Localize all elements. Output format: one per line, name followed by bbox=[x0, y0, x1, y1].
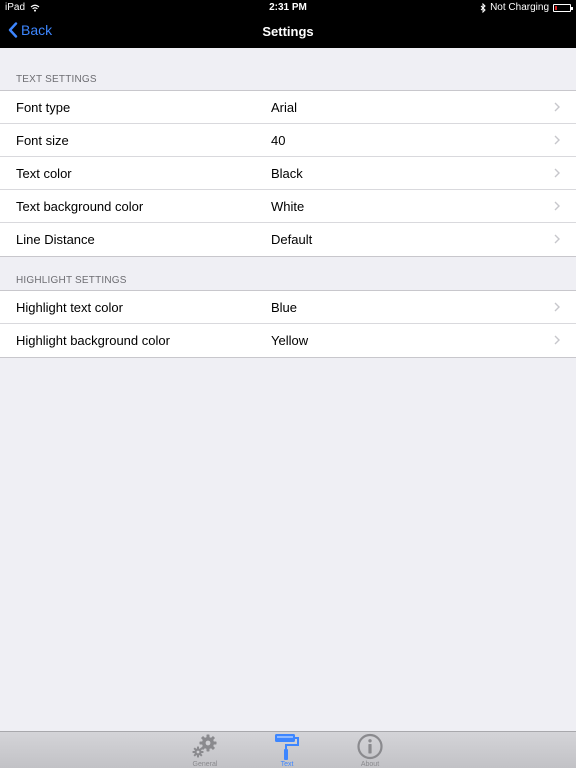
setting-row-font-type[interactable]: Font type Arial bbox=[0, 91, 576, 124]
setting-value: Arial bbox=[271, 100, 298, 115]
setting-row-font-size[interactable]: Font size 40 bbox=[0, 124, 576, 157]
setting-label: Highlight text color bbox=[16, 300, 123, 315]
tab-about[interactable]: About bbox=[345, 733, 395, 768]
chevron-right-icon bbox=[554, 234, 560, 244]
setting-value: 40 bbox=[271, 133, 286, 148]
battery-icon bbox=[553, 3, 573, 12]
paint-roller-icon bbox=[275, 734, 299, 760]
setting-row-highlight-text-color[interactable]: Highlight text color Blue bbox=[0, 291, 576, 324]
bluetooth-icon bbox=[480, 2, 486, 13]
setting-value: Yellow bbox=[271, 333, 309, 348]
setting-label: Text color bbox=[16, 166, 72, 181]
section-header-text-settings: TEXT SETTINGS bbox=[16, 74, 97, 85]
setting-row-highlight-background-color[interactable]: Highlight background color Yellow bbox=[0, 324, 576, 357]
setting-row-text-background-color[interactable]: Text background color White bbox=[0, 190, 576, 223]
gears-icon bbox=[192, 734, 217, 758]
status-right: Not Charging bbox=[480, 2, 573, 13]
setting-value: Blue bbox=[271, 300, 298, 315]
tab-bar: General Text About bbox=[0, 731, 576, 768]
setting-label: Font size bbox=[16, 133, 69, 148]
tab-label: Text bbox=[280, 761, 294, 768]
status-bar: iPad 2:31 PM Not Charging bbox=[0, 0, 576, 16]
setting-value: Black bbox=[271, 166, 303, 181]
setting-value: White bbox=[271, 199, 305, 214]
tab-label: General bbox=[192, 761, 218, 768]
setting-value: Default bbox=[271, 232, 313, 247]
chevron-right-icon bbox=[554, 102, 560, 112]
chevron-right-icon bbox=[554, 201, 560, 211]
chevron-right-icon bbox=[554, 168, 560, 178]
charging-status: Not Charging bbox=[490, 2, 549, 13]
setting-label: Line Distance bbox=[16, 232, 95, 247]
text-settings-group: Font type Arial Font size 40 Text color … bbox=[0, 90, 576, 257]
section-header-highlight-settings: HIGHLIGHT SETTINGS bbox=[16, 275, 127, 286]
page-title: Settings bbox=[262, 24, 314, 39]
info-icon bbox=[357, 733, 383, 760]
chevron-right-icon bbox=[554, 302, 560, 312]
setting-row-text-color[interactable]: Text color Black bbox=[0, 157, 576, 190]
navigation-bar: Back Settings bbox=[0, 16, 576, 48]
setting-label: Text background color bbox=[16, 199, 144, 214]
tab-text[interactable]: Text bbox=[262, 733, 312, 768]
tab-general[interactable]: General bbox=[180, 733, 230, 768]
chevron-right-icon bbox=[554, 135, 560, 145]
chevron-right-icon bbox=[554, 335, 560, 345]
highlight-settings-group: Highlight text color Blue Highlight back… bbox=[0, 290, 576, 358]
setting-row-line-distance[interactable]: Line Distance Default bbox=[0, 223, 576, 256]
setting-label: Highlight background color bbox=[16, 333, 170, 348]
setting-label: Font type bbox=[16, 100, 71, 115]
tab-label: About bbox=[360, 761, 380, 768]
